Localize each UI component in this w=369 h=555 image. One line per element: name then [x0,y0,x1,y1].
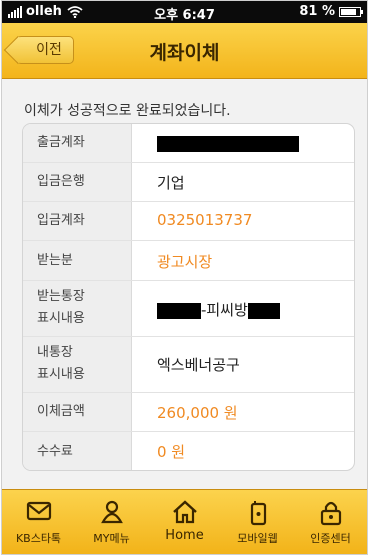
battery-icon [339,6,363,17]
row-deposit-account: 입금계좌 0325013737 [23,202,354,241]
row-label: 받는분 [37,253,73,268]
row-my-memo: 내통장 표시내용 엑스베너공구 [23,337,354,393]
tab-mobile-web[interactable]: 모바일웹 [221,490,294,554]
redaction-bar [157,302,201,319]
person-icon [100,500,123,524]
bank-value: 기업 [157,174,185,192]
row-label: 입금은행 [37,174,85,189]
bottom-tab-bar: KB스타톡 MY메뉴 Home 모바일웹 인증센터 [2,489,367,554]
recipient-memo-value: -피씨방 [157,299,280,320]
row-fee: 수수료 0 원 [23,432,354,470]
envelope-icon [26,501,51,521]
row-recipient: 받는분 광고시장 [23,241,354,281]
home-icon [172,500,197,524]
battery-percent: 81 % [299,4,335,19]
row-recipient-memo: 받는통장 표시내용 -피씨방 [23,281,354,337]
tab-kb-startalk[interactable]: KB스타톡 [2,490,75,554]
page-title: 계좌이체 [149,42,220,64]
row-label: 출금계좌 [37,135,85,150]
row-label: 입금계좌 [37,213,85,228]
tab-certificate-center[interactable]: 인증센터 [294,490,367,554]
withdraw-account-value [157,134,299,152]
row-label: 수수료 [37,444,73,459]
navigation-bar: 이전 계좌이체 [2,23,367,79]
row-bank: 입금은행 기업 [23,163,354,202]
recipient-value: 광고시장 [157,253,213,271]
tab-my-menu[interactable]: MY메뉴 [75,490,148,554]
redaction-bar [247,302,280,319]
deposit-account-value: 0325013737 [157,211,253,229]
row-amount: 이체금액 260,000 원 [23,393,354,432]
phone-icon [250,501,266,526]
row-withdraw-account: 출금계좌 [23,124,354,163]
tab-home[interactable]: Home [148,490,221,554]
row-label: 받는통장 표시내용 [37,289,85,326]
amount-value: 260,000 원 [157,404,238,422]
success-message: 이체가 성공적으로 완료되었습니다. [24,103,231,119]
status-bar: olleh 오후 6:47 81 % [2,1,367,23]
lock-icon [320,501,341,526]
fee-value: 0 원 [157,443,186,461]
my-memo-value: 엑스베너공구 [157,356,240,374]
transfer-result-table: 출금계좌 입금은행 기업 입금계좌 0325013737 받는분 광고시장 받는… [22,123,355,471]
app-frame: olleh 오후 6:47 81 % 이전 계좌이체 이체가 성공적으로 완료되… [1,0,368,555]
row-label: 이체금액 [37,404,85,419]
redaction-bar [157,135,299,152]
row-label: 내통장 표시내용 [37,345,85,382]
